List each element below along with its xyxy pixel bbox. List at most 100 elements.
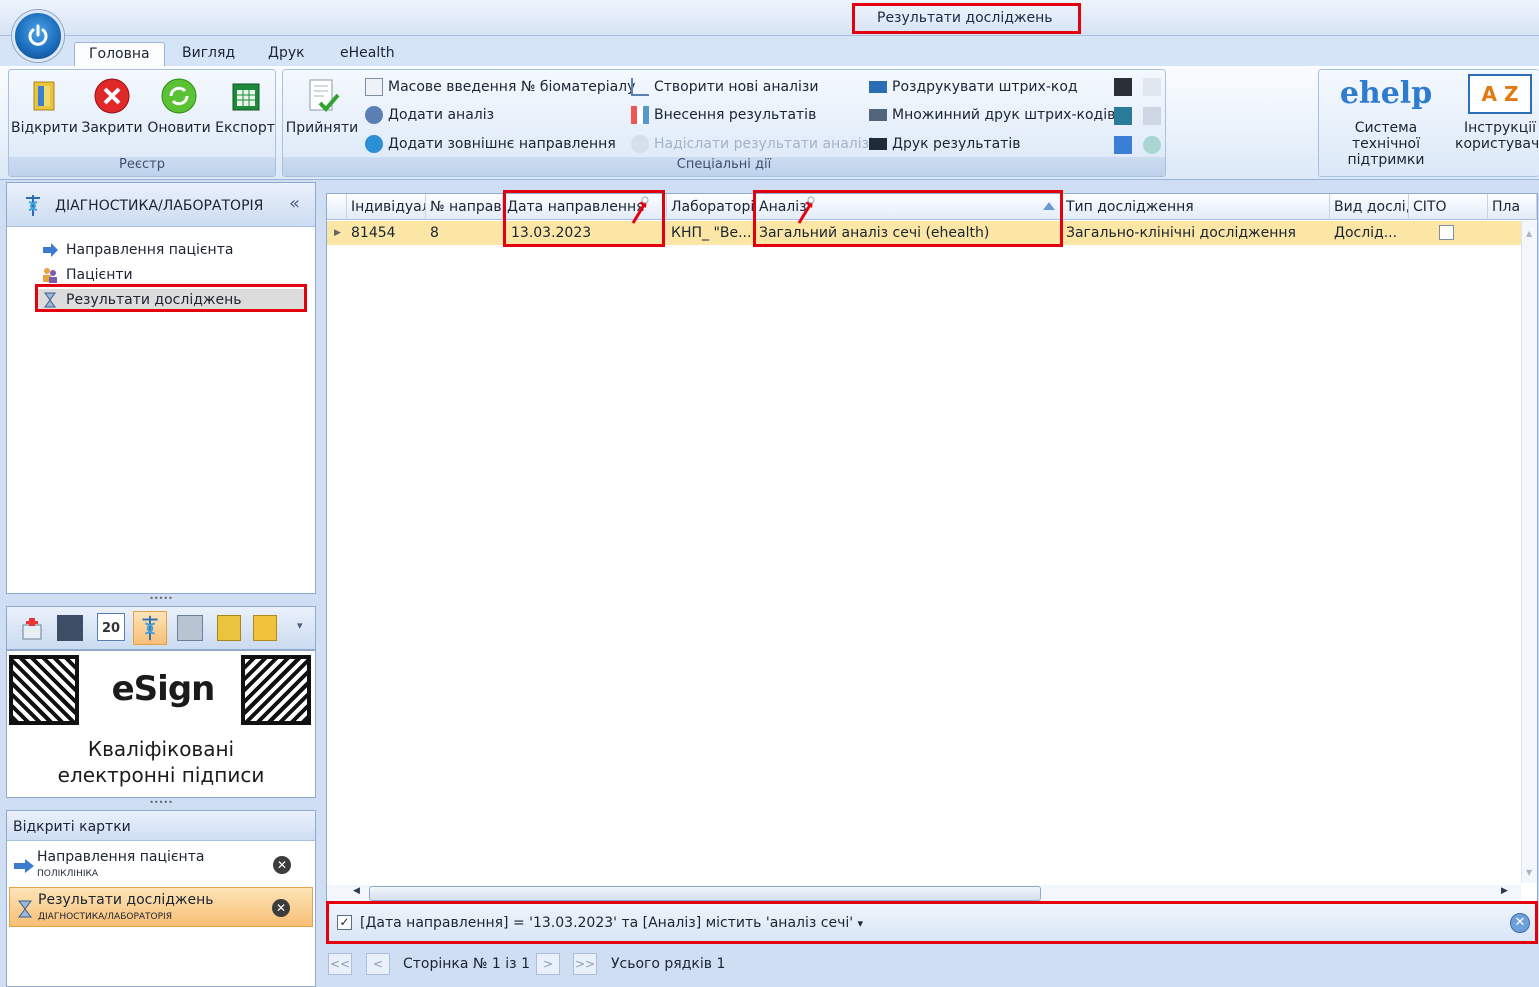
spreadsheet-icon bbox=[225, 76, 265, 116]
tab-ehealth[interactable]: eHealth bbox=[326, 42, 409, 67]
column-header-type[interactable]: Тип дослідження bbox=[1062, 194, 1330, 220]
nav-item-results[interactable]: Результати досліджень bbox=[37, 289, 307, 311]
filter-enabled-checkbox[interactable]: ✓ bbox=[337, 915, 352, 930]
column-header-cito[interactable]: CITO bbox=[1409, 194, 1488, 220]
clear-filter-icon[interactable]: ✕ bbox=[1510, 913, 1530, 933]
create-analyses-button[interactable]: Створити нові аналізи bbox=[631, 76, 818, 98]
print-barcode-button[interactable]: Роздрукувати штрих-код bbox=[869, 76, 1078, 98]
cell-kind[interactable]: Дослід... bbox=[1330, 221, 1409, 245]
printer-gray-icon[interactable] bbox=[1143, 107, 1161, 125]
more-modules-dropdown[interactable]: ▾ bbox=[297, 619, 303, 632]
cito-checkbox[interactable] bbox=[1439, 225, 1454, 240]
send-results-button[interactable]: Надіслати результати аналізів bbox=[631, 133, 881, 155]
power-icon bbox=[28, 24, 48, 46]
close-card-icon[interactable]: ✕ bbox=[272, 899, 290, 917]
close-button[interactable]: Закрити bbox=[79, 76, 145, 136]
opened-cards-header: Відкриті картки bbox=[7, 811, 315, 841]
print-results-button[interactable]: Друк результатів bbox=[869, 133, 1020, 155]
barcode-printer-icon bbox=[869, 81, 887, 93]
scroll-left-icon[interactable]: ◀ bbox=[353, 886, 360, 896]
caduceus-icon bbox=[23, 193, 43, 217]
cell-id[interactable]: 81454 bbox=[347, 221, 426, 245]
sort-ascending-icon bbox=[1043, 202, 1055, 210]
filter-bar: ✓ [Дата направлення] = '13.03.2023' та [… bbox=[326, 903, 1538, 943]
export-button[interactable]: Експорт bbox=[212, 76, 278, 136]
accept-button[interactable]: Прийняти bbox=[285, 76, 359, 136]
folder-icon[interactable] bbox=[217, 615, 241, 641]
office-building-icon[interactable] bbox=[57, 615, 83, 641]
manual-button[interactable]: A Z Інструкції користувача bbox=[1455, 74, 1539, 152]
column-header-number[interactable]: № направ bbox=[426, 194, 503, 220]
grid-header: Індивідуал № направ Дата направлення Лаб… bbox=[327, 194, 1537, 220]
refresh-icon bbox=[159, 76, 199, 116]
scroll-right-icon[interactable]: ▶ bbox=[1501, 886, 1508, 896]
qr-code-right-icon bbox=[241, 655, 311, 725]
filter-arrow-icon bbox=[796, 196, 818, 226]
opened-card-referral[interactable]: Направлення пацієнта ПОЛІКЛІНІКА ✕ bbox=[9, 845, 313, 885]
document-list-icon bbox=[365, 78, 383, 96]
ribbon-tabs: Головна Вигляд Друк eHealth bbox=[0, 36, 1539, 67]
cell-type[interactable]: Загально-клінічні дослідження bbox=[1062, 221, 1330, 245]
print-results-icon bbox=[869, 138, 887, 150]
title-bar: Результати досліджень bbox=[0, 0, 1539, 36]
tab-print[interactable]: Друк bbox=[254, 42, 319, 67]
test-tubes-icon bbox=[631, 106, 649, 124]
document-gray-icon[interactable] bbox=[1143, 78, 1161, 96]
scroll-thumb[interactable] bbox=[369, 886, 1041, 901]
cell-number[interactable]: 8 bbox=[426, 221, 503, 245]
panel-splitter[interactable]: ••••• bbox=[6, 595, 316, 604]
open-button[interactable]: Відкрити bbox=[11, 76, 78, 136]
filter-dropdown-icon[interactable]: ▾ bbox=[858, 917, 864, 930]
prev-page-button[interactable]: < bbox=[366, 953, 390, 975]
qr-code-left-icon bbox=[9, 655, 79, 725]
add-external-referral-button[interactable]: Додати зовнішнє направлення bbox=[365, 133, 616, 155]
horizontal-scrollbar[interactable]: ◀ ▶ bbox=[327, 885, 1521, 902]
esign-banner[interactable]: eSign Кваліфіковані електронні підписи bbox=[6, 650, 316, 798]
vertical-scrollbar[interactable]: ▲ ▼ bbox=[1521, 221, 1537, 883]
close-card-icon[interactable]: ✕ bbox=[273, 856, 291, 874]
laboratory-module-icon[interactable] bbox=[133, 611, 167, 645]
next-page-button[interactable]: > bbox=[536, 953, 560, 975]
column-header-kind[interactable]: Вид дослі, bbox=[1330, 194, 1409, 220]
cell-lab[interactable]: КНП_ "Ве... bbox=[667, 221, 755, 245]
tab-home[interactable]: Головна bbox=[74, 42, 165, 67]
pager: << < Сторінка № 1 із 1 > >> Усього рядкі… bbox=[326, 948, 1538, 982]
opened-card-results[interactable]: Результати досліджень ДІАГНОСТИКА/ЛАБОРА… bbox=[9, 887, 313, 927]
filter-expression[interactable]: [Дата направлення] = '13.03.2023' та [Ан… bbox=[360, 915, 863, 931]
group-help: ehelp Система технічної підтримки A Z Ін… bbox=[1318, 69, 1539, 177]
calendar-icon[interactable]: 20 bbox=[97, 613, 125, 641]
scroll-up-icon[interactable]: ▲ bbox=[1526, 229, 1532, 238]
archive-icon[interactable] bbox=[177, 615, 203, 641]
first-page-button[interactable]: << bbox=[328, 953, 352, 975]
page-indicator: Сторінка № 1 із 1 bbox=[403, 956, 530, 972]
scanner-icon[interactable] bbox=[1114, 78, 1132, 96]
row-indicator-icon: ▶ bbox=[334, 228, 341, 238]
row-count: Усього рядків 1 bbox=[611, 956, 726, 972]
column-header-lab[interactable]: Лабораторі bbox=[667, 194, 755, 220]
folder-yellow-icon[interactable] bbox=[253, 615, 277, 641]
group-registry: Відкрити Закрити Оновити Експорт Реєстр bbox=[8, 69, 276, 177]
nav-item-patients[interactable]: Пацієнти bbox=[41, 264, 133, 286]
cell-cito[interactable] bbox=[1409, 221, 1488, 245]
collapse-nav-button[interactable]: « bbox=[289, 193, 300, 214]
app-menu-button[interactable] bbox=[12, 10, 64, 62]
hospital-icon[interactable] bbox=[19, 615, 45, 641]
multi-print-barcode-button[interactable]: Множинний друк штрих-кодів bbox=[869, 104, 1115, 126]
list-blue-icon[interactable] bbox=[1114, 136, 1132, 154]
panel-splitter-2[interactable]: ••••• bbox=[6, 799, 316, 808]
mass-biomaterial-button[interactable]: Масове введення № біоматеріалу bbox=[365, 76, 635, 98]
add-analysis-button[interactable]: Додати аналіз bbox=[365, 104, 494, 126]
tab-view[interactable]: Вигляд bbox=[168, 42, 249, 67]
globe-gray-icon[interactable] bbox=[1143, 136, 1161, 154]
support-button[interactable]: ehelp Система технічної підтримки bbox=[1319, 74, 1453, 168]
column-header-id[interactable]: Індивідуал bbox=[347, 194, 426, 220]
refresh-button[interactable]: Оновити bbox=[146, 76, 212, 136]
scroll-down-icon[interactable]: ▼ bbox=[1526, 868, 1532, 877]
nav-item-patient-referral[interactable]: Направлення пацієнта bbox=[41, 239, 233, 261]
enter-results-button[interactable]: Внесення результатів bbox=[631, 104, 816, 126]
table-row[interactable]: ▶ 81454 8 13.03.2023 КНП_ "Ве... Загальн… bbox=[327, 221, 1521, 245]
column-header-plan[interactable]: Пла bbox=[1488, 194, 1537, 220]
building-icon[interactable] bbox=[1114, 107, 1132, 125]
last-page-button[interactable]: >> bbox=[573, 953, 597, 975]
group-registry-label: Реєстр bbox=[9, 157, 275, 176]
